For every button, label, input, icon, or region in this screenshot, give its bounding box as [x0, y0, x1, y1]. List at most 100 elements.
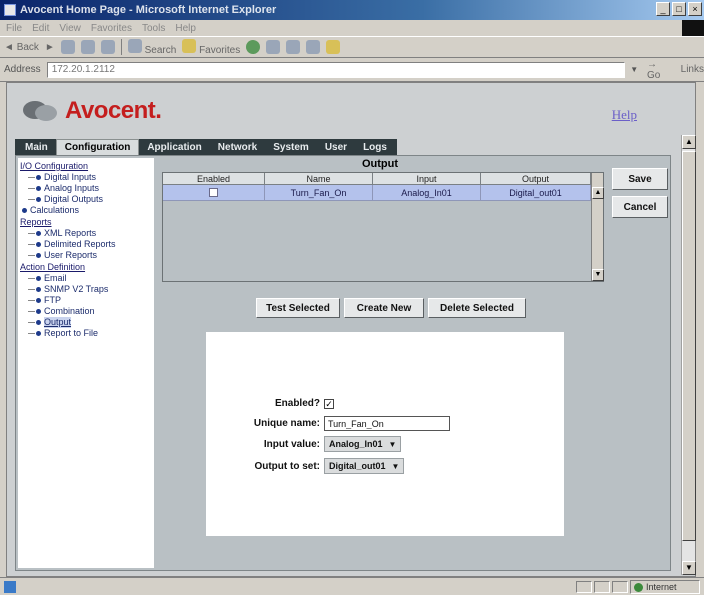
- tree-branch: [28, 177, 35, 178]
- tree-item-calculations[interactable]: Calculations: [20, 205, 152, 216]
- edit-icon[interactable]: [326, 40, 341, 54]
- output-to-set-selected: Digital_out01: [329, 461, 386, 471]
- tree-group-reports[interactable]: Reports: [20, 217, 152, 228]
- zone-label: Internet: [646, 582, 677, 592]
- tree-group-io-configuration[interactable]: I/O Configuration: [20, 161, 152, 172]
- unique-name-input[interactable]: [324, 416, 450, 431]
- status-cell: [594, 581, 610, 593]
- create-new-button[interactable]: Create New: [344, 298, 424, 318]
- tree-item-email[interactable]: Email: [20, 273, 152, 284]
- input-value-label: Input value:: [263, 438, 320, 450]
- tree-item-label: SNMP V2 Traps: [44, 284, 109, 294]
- tree-group-action-definition[interactable]: Action Definition: [20, 262, 152, 273]
- save-button[interactable]: Save: [612, 168, 668, 190]
- table-header: Enabled Name Input Output: [163, 173, 591, 185]
- back-button[interactable]: ◄ Back: [4, 42, 39, 53]
- page-scrollbar[interactable]: ▲ ▼: [681, 135, 696, 575]
- tree-item-label: FTP: [44, 295, 61, 305]
- print-icon[interactable]: [306, 40, 321, 54]
- search-button[interactable]: Search: [127, 38, 177, 56]
- forward-button[interactable]: ►: [45, 42, 55, 53]
- tree-item-ftp[interactable]: FTP: [20, 295, 152, 306]
- tree-item-delimited-reports[interactable]: Delimited Reports: [20, 239, 152, 250]
- output-to-set-select[interactable]: Digital_out01 ▼: [324, 458, 405, 474]
- help-link[interactable]: Help: [612, 107, 637, 123]
- table-cell-output: Digital_out01: [481, 185, 591, 200]
- tab-main[interactable]: Main: [17, 140, 56, 155]
- scroll-down-arrow-icon[interactable]: ▼: [592, 269, 604, 281]
- column-header-input[interactable]: Input: [373, 173, 481, 185]
- status-cell: [576, 581, 592, 593]
- menu-bar: File Edit View Favorites Tools Help: [0, 20, 704, 36]
- menu-tools[interactable]: Tools: [142, 23, 165, 34]
- row-enabled-checkbox[interactable]: [209, 188, 218, 197]
- minimize-button[interactable]: _: [656, 2, 670, 16]
- tab-logs[interactable]: Logs: [355, 140, 395, 155]
- home-icon[interactable]: [100, 40, 115, 54]
- favorites-button[interactable]: Favorites: [182, 38, 241, 56]
- tree-item-label: Digital Inputs: [44, 172, 97, 182]
- address-input[interactable]: 172.20.1.2112: [46, 61, 626, 78]
- tree-item-output[interactable]: Output: [20, 317, 152, 328]
- tree-item-snmp-v2-traps[interactable]: SNMP V2 Traps: [20, 284, 152, 295]
- tree-item-label: Email: [44, 273, 67, 283]
- favorites-label: Favorites: [199, 44, 241, 56]
- stop-icon[interactable]: [60, 40, 75, 54]
- table-scrollbar[interactable]: ▲ ▼: [591, 173, 604, 281]
- menu-favorites[interactable]: Favorites: [91, 23, 132, 34]
- bullet-icon: [36, 320, 41, 325]
- tab-application[interactable]: Application: [139, 140, 209, 155]
- delete-selected-button[interactable]: Delete Selected: [428, 298, 526, 318]
- bullet-icon: [36, 276, 41, 281]
- globe-icon: [634, 582, 643, 592]
- favorites-icon: [182, 38, 197, 53]
- menu-view[interactable]: View: [59, 23, 81, 34]
- menu-edit[interactable]: Edit: [32, 23, 49, 34]
- test-selected-button[interactable]: Test Selected: [256, 298, 340, 318]
- tree-item-analog-inputs[interactable]: Analog Inputs: [20, 183, 152, 194]
- tab-system[interactable]: System: [265, 140, 317, 155]
- media-icon[interactable]: [246, 40, 261, 54]
- address-dropdown-icon[interactable]: ▼: [627, 62, 641, 78]
- output-to-set-row: Output to set: Digital_out01 ▼: [220, 458, 405, 474]
- menu-help[interactable]: Help: [175, 23, 196, 34]
- page-scroll-thumb[interactable]: [682, 151, 696, 541]
- tab-configuration[interactable]: Configuration: [55, 139, 140, 155]
- history-icon[interactable]: [266, 40, 281, 54]
- table-cell-input: Analog_In01: [373, 185, 481, 200]
- page-scroll-up-icon[interactable]: ▲: [682, 135, 696, 149]
- refresh-icon[interactable]: [80, 40, 95, 54]
- status-cell: [612, 581, 628, 593]
- links-button[interactable]: Links: [681, 64, 704, 75]
- page-scroll-down-icon[interactable]: ▼: [682, 561, 696, 575]
- cancel-button[interactable]: Cancel: [612, 196, 668, 218]
- column-header-output[interactable]: Output: [481, 173, 591, 185]
- tree-item-digital-inputs[interactable]: Digital Inputs: [20, 172, 152, 183]
- column-header-enabled[interactable]: Enabled: [163, 173, 265, 185]
- scroll-up-arrow-icon[interactable]: ▲: [592, 187, 604, 199]
- table-row[interactable]: Turn_Fan_On Analog_In01 Digital_out01: [163, 185, 591, 201]
- tree-item-user-reports[interactable]: User Reports: [20, 250, 152, 261]
- windows-logo-icon: [682, 20, 704, 36]
- tree-item-report-to-file[interactable]: Report to File: [20, 328, 152, 339]
- tree-branch: [28, 311, 35, 312]
- maximize-button[interactable]: □: [672, 2, 686, 16]
- tab-user[interactable]: User: [317, 140, 355, 155]
- tree-branch: [28, 199, 35, 200]
- bullet-icon: [36, 242, 41, 247]
- menu-file[interactable]: File: [6, 23, 22, 34]
- enabled-checkbox[interactable]: ✓: [324, 398, 334, 409]
- tree-item-combination[interactable]: Combination: [20, 306, 152, 317]
- input-value-select[interactable]: Analog_In01 ▼: [324, 436, 402, 452]
- tree-item-label: Report to File: [44, 328, 99, 338]
- tree-item-xml-reports[interactable]: XML Reports: [20, 228, 152, 239]
- address-value: 172.20.1.2112: [51, 64, 115, 75]
- tab-network[interactable]: Network: [210, 140, 265, 155]
- close-button[interactable]: ×: [688, 2, 702, 16]
- search-label: Search: [144, 44, 177, 56]
- go-button[interactable]: → Go: [647, 59, 673, 81]
- tree-item-digital-outputs[interactable]: Digital Outputs: [20, 194, 152, 205]
- mail-icon[interactable]: [286, 40, 301, 54]
- column-header-name[interactable]: Name: [265, 173, 373, 185]
- web-page: Avocent. Help Main Configuration Applica…: [6, 82, 696, 577]
